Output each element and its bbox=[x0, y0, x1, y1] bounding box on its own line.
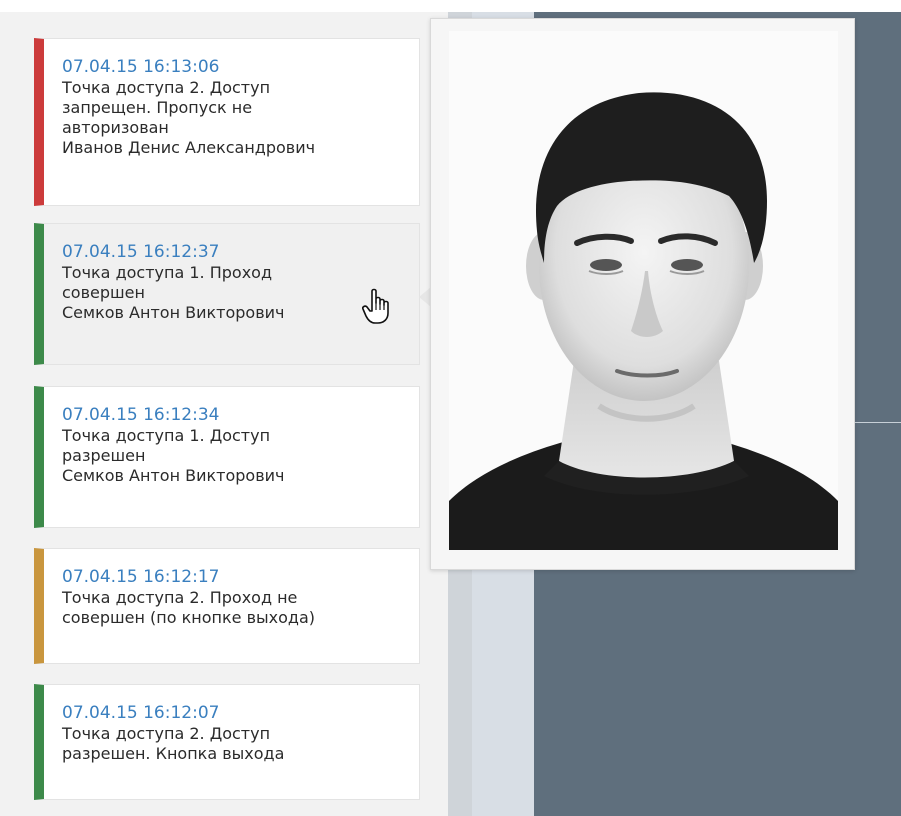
event-description: Точка доступа 1. Доступ разрешен Семков … bbox=[62, 426, 409, 486]
divider-line bbox=[855, 422, 901, 423]
event-time: 07.04.15 16:12:37 bbox=[62, 242, 220, 262]
event-time: 07.04.15 16:12:07 bbox=[62, 703, 220, 723]
person-photo-image bbox=[449, 31, 838, 550]
event-time: 07.04.15 16:12:34 bbox=[62, 405, 220, 425]
event-line: Точка доступа 1. Доступ bbox=[62, 426, 271, 445]
event-time: 07.04.15 16:12:17 bbox=[62, 567, 220, 587]
event-card[interactable]: 07.04.15 16:12:17 Точка доступа 2. Прохо… bbox=[34, 548, 420, 664]
event-person: Семков Антон Викторович bbox=[62, 303, 285, 322]
event-line: разрешен bbox=[62, 446, 146, 465]
hand-pointer-icon bbox=[362, 288, 394, 326]
event-time: 07.04.15 16:13:06 bbox=[62, 57, 220, 77]
person-photo bbox=[449, 31, 838, 550]
event-description: Точка доступа 2. Проход не совершен (по … bbox=[62, 588, 409, 628]
event-line: разрешен. Кнопка выхода bbox=[62, 744, 285, 763]
event-line: Точка доступа 2. Доступ bbox=[62, 78, 271, 97]
event-line: Точка доступа 1. Проход bbox=[62, 263, 273, 282]
event-person: Семков Антон Викторович bbox=[62, 466, 285, 485]
event-line: запрещен. Пропуск не bbox=[62, 98, 253, 117]
event-description: Точка доступа 2. Доступ разрешен. Кнопка… bbox=[62, 724, 409, 764]
event-line: совершен bbox=[62, 283, 145, 302]
event-description: Точка доступа 2. Доступ запрещен. Пропус… bbox=[62, 78, 409, 158]
event-description: Точка доступа 1. Проход совершен Семков … bbox=[62, 263, 409, 323]
photo-popup bbox=[430, 18, 855, 570]
event-card[interactable]: 07.04.15 16:13:06 Точка доступа 2. Досту… bbox=[34, 38, 420, 206]
event-line: совершен (по кнопке выхода) bbox=[62, 608, 316, 627]
event-card[interactable]: 07.04.15 16:12:07 Точка доступа 2. Досту… bbox=[34, 684, 420, 800]
event-card[interactable]: 07.04.15 16:12:34 Точка доступа 1. Досту… bbox=[34, 386, 420, 528]
event-line: авторизован bbox=[62, 118, 169, 137]
event-line: Точка доступа 2. Доступ bbox=[62, 724, 271, 743]
event-person: Иванов Денис Александрович bbox=[62, 138, 316, 157]
event-line: Точка доступа 2. Проход не bbox=[62, 588, 298, 607]
